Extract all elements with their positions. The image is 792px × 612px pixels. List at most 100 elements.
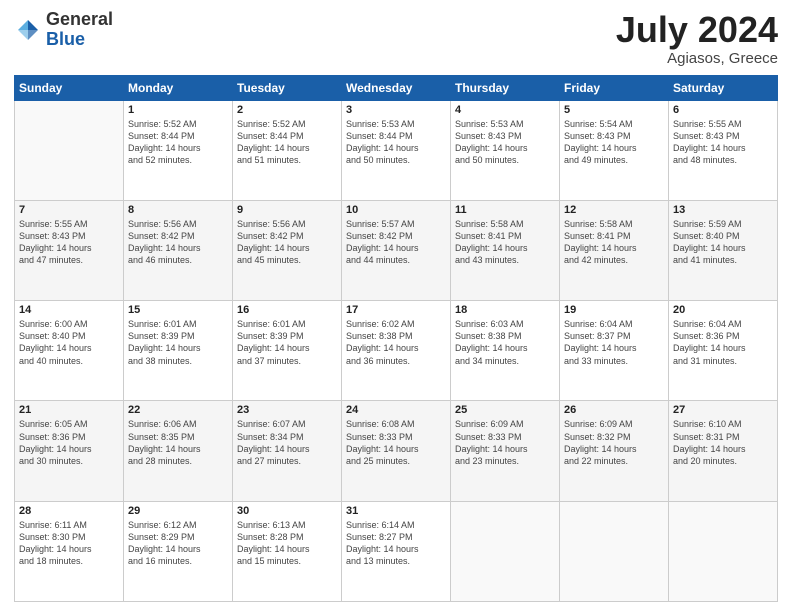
day-number: 21 — [19, 404, 119, 416]
title-month: July 2024 — [616, 10, 778, 50]
day-info: Sunrise: 6:04 AM Sunset: 8:37 PM Dayligh… — [564, 318, 664, 367]
day-info: Sunrise: 6:03 AM Sunset: 8:38 PM Dayligh… — [455, 318, 555, 367]
day-number: 26 — [564, 404, 664, 416]
day-info: Sunrise: 6:09 AM Sunset: 8:32 PM Dayligh… — [564, 418, 664, 467]
day-info: Sunrise: 5:52 AM Sunset: 8:44 PM Dayligh… — [128, 118, 228, 167]
day-info: Sunrise: 5:58 AM Sunset: 8:41 PM Dayligh… — [455, 218, 555, 267]
day-info: Sunrise: 6:12 AM Sunset: 8:29 PM Dayligh… — [128, 519, 228, 568]
calendar-week-1: 1 Sunrise: 5:52 AM Sunset: 8:44 PM Daylig… — [15, 100, 778, 200]
calendar-table: Sunday Monday Tuesday Wednesday Thursday… — [14, 75, 778, 602]
logo-icon — [14, 16, 42, 44]
day-info: Sunrise: 6:05 AM Sunset: 8:36 PM Dayligh… — [19, 418, 119, 467]
day-info: Sunrise: 6:08 AM Sunset: 8:33 PM Dayligh… — [346, 418, 446, 467]
day-number: 1 — [128, 104, 228, 116]
header-monday: Monday — [124, 75, 233, 100]
day-number: 11 — [455, 204, 555, 216]
day-info: Sunrise: 6:06 AM Sunset: 8:35 PM Dayligh… — [128, 418, 228, 467]
table-row: 2 Sunrise: 5:52 AM Sunset: 8:44 PM Daylig… — [233, 100, 342, 200]
day-info: Sunrise: 6:10 AM Sunset: 8:31 PM Dayligh… — [673, 418, 773, 467]
table-row: 5 Sunrise: 5:54 AM Sunset: 8:43 PM Daylig… — [560, 100, 669, 200]
day-info: Sunrise: 5:53 AM Sunset: 8:44 PM Dayligh… — [346, 118, 446, 167]
day-info: Sunrise: 6:07 AM Sunset: 8:34 PM Dayligh… — [237, 418, 337, 467]
table-row: 10 Sunrise: 5:57 AM Sunset: 8:42 PM Dayli… — [342, 200, 451, 300]
day-number: 5 — [564, 104, 664, 116]
table-row: 14 Sunrise: 6:00 AM Sunset: 8:40 PM Dayli… — [15, 301, 124, 401]
day-info: Sunrise: 6:13 AM Sunset: 8:28 PM Dayligh… — [237, 519, 337, 568]
header-friday: Friday — [560, 75, 669, 100]
table-row: 11 Sunrise: 5:58 AM Sunset: 8:41 PM Dayli… — [451, 200, 560, 300]
day-number: 29 — [128, 505, 228, 517]
day-number: 7 — [19, 204, 119, 216]
day-number: 16 — [237, 304, 337, 316]
day-number: 20 — [673, 304, 773, 316]
day-info: Sunrise: 6:01 AM Sunset: 8:39 PM Dayligh… — [237, 318, 337, 367]
header-sunday: Sunday — [15, 75, 124, 100]
day-number: 24 — [346, 404, 446, 416]
day-number: 3 — [346, 104, 446, 116]
weekday-header-row: Sunday Monday Tuesday Wednesday Thursday… — [15, 75, 778, 100]
day-number: 4 — [455, 104, 555, 116]
day-number: 31 — [346, 505, 446, 517]
calendar-week-3: 14 Sunrise: 6:00 AM Sunset: 8:40 PM Dayli… — [15, 301, 778, 401]
day-number: 6 — [673, 104, 773, 116]
table-row: 19 Sunrise: 6:04 AM Sunset: 8:37 PM Dayli… — [560, 301, 669, 401]
day-number: 23 — [237, 404, 337, 416]
table-row: 16 Sunrise: 6:01 AM Sunset: 8:39 PM Dayli… — [233, 301, 342, 401]
day-info: Sunrise: 5:56 AM Sunset: 8:42 PM Dayligh… — [128, 218, 228, 267]
table-row: 26 Sunrise: 6:09 AM Sunset: 8:32 PM Dayli… — [560, 401, 669, 501]
table-row: 13 Sunrise: 5:59 AM Sunset: 8:40 PM Dayli… — [669, 200, 778, 300]
table-row — [451, 501, 560, 601]
table-row: 29 Sunrise: 6:12 AM Sunset: 8:29 PM Dayli… — [124, 501, 233, 601]
day-info: Sunrise: 6:00 AM Sunset: 8:40 PM Dayligh… — [19, 318, 119, 367]
table-row: 4 Sunrise: 5:53 AM Sunset: 8:43 PM Daylig… — [451, 100, 560, 200]
table-row: 12Sunrise: 5:58 AM Sunset: 8:41 PM Dayli… — [560, 200, 669, 300]
table-row: 25Sunrise: 6:09 AM Sunset: 8:33 PM Dayli… — [451, 401, 560, 501]
day-info: Sunrise: 6:14 AM Sunset: 8:27 PM Dayligh… — [346, 519, 446, 568]
table-row — [669, 501, 778, 601]
day-info: Sunrise: 5:55 AM Sunset: 8:43 PM Dayligh… — [673, 118, 773, 167]
day-info: Sunrise: 5:52 AM Sunset: 8:44 PM Dayligh… — [237, 118, 337, 167]
day-number: 12 — [564, 204, 664, 216]
day-number: 2 — [237, 104, 337, 116]
day-info: Sunrise: 5:57 AM Sunset: 8:42 PM Dayligh… — [346, 218, 446, 267]
day-number: 30 — [237, 505, 337, 517]
day-number: 22 — [128, 404, 228, 416]
day-number: 14 — [19, 304, 119, 316]
day-number: 13 — [673, 204, 773, 216]
table-row: 17Sunrise: 6:02 AM Sunset: 8:38 PM Dayli… — [342, 301, 451, 401]
header-saturday: Saturday — [669, 75, 778, 100]
table-row: 23 Sunrise: 6:07 AM Sunset: 8:34 PM Dayli… — [233, 401, 342, 501]
table-row: 3 Sunrise: 5:53 AM Sunset: 8:44 PM Daylig… — [342, 100, 451, 200]
calendar-week-4: 21 Sunrise: 6:05 AM Sunset: 8:36 PM Dayli… — [15, 401, 778, 501]
day-info: Sunrise: 5:59 AM Sunset: 8:40 PM Dayligh… — [673, 218, 773, 267]
logo: General Blue — [14, 10, 113, 50]
table-row: 18Sunrise: 6:03 AM Sunset: 8:38 PM Dayli… — [451, 301, 560, 401]
table-row: 28Sunrise: 6:11 AM Sunset: 8:30 PM Dayli… — [15, 501, 124, 601]
table-row: 6 Sunrise: 5:55 AM Sunset: 8:43 PM Daylig… — [669, 100, 778, 200]
day-info: Sunrise: 6:01 AM Sunset: 8:39 PM Dayligh… — [128, 318, 228, 367]
header: General Blue July 2024 Agiasos, Greece — [14, 10, 778, 67]
day-info: Sunrise: 5:55 AM Sunset: 8:43 PM Dayligh… — [19, 218, 119, 267]
table-row — [15, 100, 124, 200]
day-info: Sunrise: 5:54 AM Sunset: 8:43 PM Dayligh… — [564, 118, 664, 167]
table-row: 21 Sunrise: 6:05 AM Sunset: 8:36 PM Dayli… — [15, 401, 124, 501]
table-row: 22 Sunrise: 6:06 AM Sunset: 8:35 PM Dayli… — [124, 401, 233, 501]
day-info: Sunrise: 6:11 AM Sunset: 8:30 PM Dayligh… — [19, 519, 119, 568]
day-number: 25 — [455, 404, 555, 416]
day-number: 9 — [237, 204, 337, 216]
day-info: Sunrise: 6:02 AM Sunset: 8:38 PM Dayligh… — [346, 318, 446, 367]
logo-blue: Blue — [46, 30, 113, 50]
table-row: 24 Sunrise: 6:08 AM Sunset: 8:33 PM Dayli… — [342, 401, 451, 501]
table-row: 27Sunrise: 6:10 AM Sunset: 8:31 PM Dayli… — [669, 401, 778, 501]
table-row — [560, 501, 669, 601]
day-info: Sunrise: 5:53 AM Sunset: 8:43 PM Dayligh… — [455, 118, 555, 167]
title-location: Agiasos, Greece — [616, 50, 778, 67]
table-row: 9Sunrise: 5:56 AM Sunset: 8:42 PM Daylig… — [233, 200, 342, 300]
day-number: 8 — [128, 204, 228, 216]
table-row: 7 Sunrise: 5:55 AM Sunset: 8:43 PM Daylig… — [15, 200, 124, 300]
day-number: 10 — [346, 204, 446, 216]
header-thursday: Thursday — [451, 75, 560, 100]
table-row: 30 Sunrise: 6:13 AM Sunset: 8:28 PM Dayli… — [233, 501, 342, 601]
logo-text: General Blue — [46, 10, 113, 50]
day-number: 19 — [564, 304, 664, 316]
